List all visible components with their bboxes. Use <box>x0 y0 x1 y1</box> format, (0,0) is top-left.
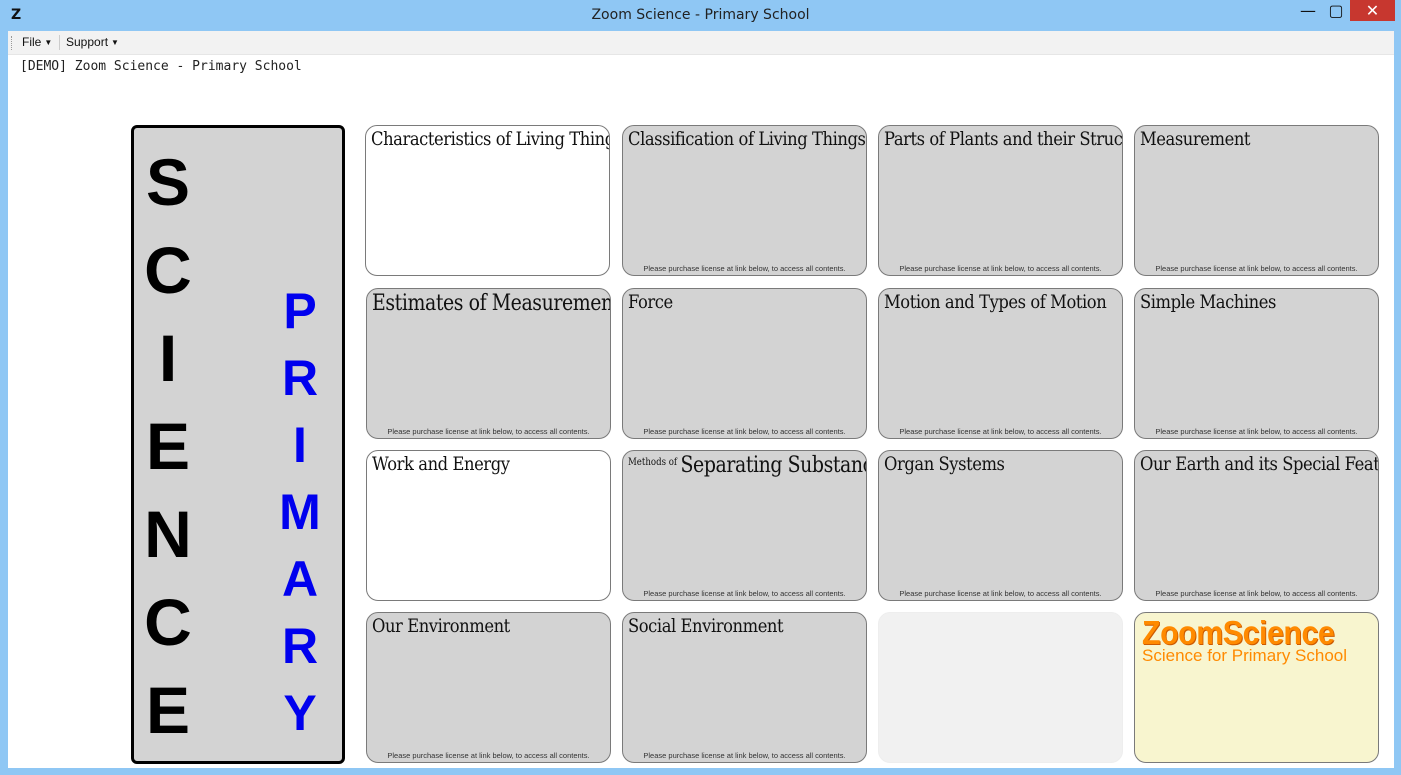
tile-title: Motion and Types of Motion <box>884 291 1107 313</box>
zoomscience-logo-tile[interactable]: ZoomScience Science for Primary School <box>1134 612 1379 763</box>
banner-letter: S <box>145 145 191 219</box>
tile-classification-of-living-things[interactable]: Classification of Living Things Please p… <box>622 125 867 276</box>
logo-tagline: Science for Primary School <box>1142 646 1348 665</box>
science-primary-banner: S C I E N C E P R I M A R Y <box>131 125 345 764</box>
license-note: Please purchase license at link below, t… <box>1155 427 1358 436</box>
tile-title: Methods ofSeparating Substances <box>628 453 866 478</box>
title-bar[interactable]: Z Zoom Science - Primary School — ▢ ✕ <box>0 0 1401 31</box>
license-note: Please purchase license at link below, t… <box>643 427 846 436</box>
tile-title: Organ Systems <box>884 453 1005 475</box>
menu-support[interactable]: Support ▼ <box>66 35 119 49</box>
chevron-down-icon: ▼ <box>111 38 119 47</box>
maximize-button[interactable]: ▢ <box>1322 0 1350 21</box>
tile-social-environment[interactable]: Social Environment Please purchase licen… <box>622 612 867 763</box>
banner-letter: A <box>281 551 319 607</box>
tile-title: Simple Machines <box>1140 291 1276 313</box>
banner-letter: Y <box>283 685 317 741</box>
license-note: Please purchase license at link below, t… <box>1155 589 1358 598</box>
tile-title: Force <box>628 291 673 313</box>
license-note: Please purchase license at link below, t… <box>899 427 1102 436</box>
banner-letter: E <box>145 409 191 483</box>
app-window: Z Zoom Science - Primary School — ▢ ✕ Fi… <box>0 0 1401 775</box>
toolbar-grip-icon[interactable] <box>11 36 14 50</box>
tile-measurement[interactable]: Measurement Please purchase license at l… <box>1134 125 1379 276</box>
license-note: Please purchase license at link below, t… <box>643 264 846 273</box>
minimize-button[interactable]: — <box>1294 0 1322 21</box>
tile-empty <box>878 612 1123 763</box>
banner-letter: M <box>279 484 321 540</box>
license-note: Please purchase license at link below, t… <box>1155 264 1358 273</box>
menu-support-label: Support <box>66 35 109 49</box>
window-title: Zoom Science - Primary School <box>591 7 810 23</box>
license-note: Please purchase license at link below, t… <box>387 751 590 760</box>
science-column: S C I E N C E <box>138 138 198 754</box>
client-area: File ▼ Support ▼ [DEMO] Zoom Science - Pri… <box>8 31 1394 768</box>
banner-letter: N <box>144 497 192 571</box>
tile-force[interactable]: Force Please purchase license at link be… <box>622 288 867 439</box>
license-note: Please purchase license at link below, t… <box>643 751 846 760</box>
close-button[interactable]: ✕ <box>1350 0 1395 21</box>
tile-organ-systems[interactable]: Organ Systems Please purchase license at… <box>878 450 1123 601</box>
menu-file-label: File <box>22 35 42 49</box>
banner-letter: R <box>281 618 319 674</box>
banner-letter: I <box>158 321 178 395</box>
tile-title: Classification of Living Things <box>628 128 866 150</box>
tile-title-prefix: Methods of <box>628 457 678 468</box>
tile-parts-of-plants[interactable]: Parts of Plants and their Structure Plea… <box>878 125 1123 276</box>
banner-letter: P <box>283 283 317 339</box>
tile-estimates-of-measurements[interactable]: Estimates of Measurements Please purchas… <box>366 288 611 439</box>
banner-letter: C <box>144 585 192 659</box>
license-note: Please purchase license at link below, t… <box>387 427 590 436</box>
menu-file[interactable]: File ▼ <box>22 35 52 49</box>
banner-letter: E <box>145 673 191 747</box>
license-note: Please purchase license at link below, t… <box>899 264 1102 273</box>
tile-title: Characteristics of Living Things <box>371 128 610 150</box>
chevron-down-icon: ▼ <box>44 38 53 47</box>
tile-title: Work and Energy <box>372 453 510 475</box>
primary-column: P R I M A R Y <box>270 278 330 747</box>
tile-title: Our Earth and its Special Features <box>1140 453 1379 475</box>
tile-simple-machines[interactable]: Simple Machines Please purchase license … <box>1134 288 1379 439</box>
tile-work-and-energy[interactable]: Work and Energy <box>366 450 611 601</box>
license-note: Please purchase license at link below, t… <box>899 589 1102 598</box>
tile-separating-substances[interactable]: Methods ofSeparating Substances Please p… <box>622 450 867 601</box>
license-note: Please purchase license at link below, t… <box>643 589 846 598</box>
tile-title: Measurement <box>1140 128 1251 150</box>
tile-our-earth[interactable]: Our Earth and its Special Features Pleas… <box>1134 450 1379 601</box>
tile-motion-and-types-of-motion[interactable]: Motion and Types of Motion Please purcha… <box>878 288 1123 439</box>
demo-label: [DEMO] Zoom Science - Primary School <box>20 59 302 74</box>
tile-title: Our Environment <box>372 615 510 637</box>
tile-title: Estimates of Measurements <box>372 291 611 316</box>
menu-separator <box>59 35 60 50</box>
tile-title-main: Separating Substances <box>680 453 866 478</box>
tile-title: Parts of Plants and their Structure <box>884 128 1123 150</box>
banner-letter: C <box>144 233 192 307</box>
tile-title: Social Environment <box>628 615 784 637</box>
banner-letter: R <box>281 350 319 406</box>
menu-bar: File ▼ Support ▼ <box>8 31 1394 55</box>
tile-characteristics-of-living-things[interactable]: Characteristics of Living Things <box>365 125 610 276</box>
banner-letter: I <box>293 417 307 473</box>
tile-our-environment[interactable]: Our Environment Please purchase license … <box>366 612 611 763</box>
